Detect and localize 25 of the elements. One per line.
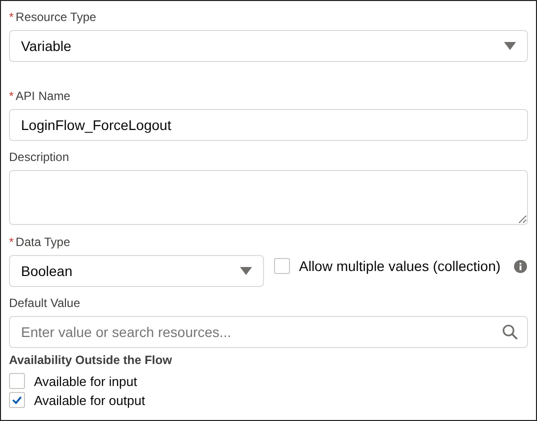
field-label: Default Value — [9, 296, 80, 310]
info-icon — [514, 260, 527, 272]
section-heading: Availability Outside the Flow — [9, 353, 173, 367]
search-icon — [502, 324, 518, 340]
checkbox[interactable] — [9, 373, 25, 389]
checkbox-label: Available for input — [34, 374, 138, 388]
required-mark: * — [9, 10, 14, 24]
api-name-input[interactable]: LoginFlow_ForceLogout — [9, 109, 528, 141]
field-label: Resource Type — [16, 10, 96, 24]
checkbox-label: Allow multiple values (collection) — [299, 258, 501, 274]
description-textarea[interactable] — [9, 170, 528, 225]
caret-icon — [240, 267, 252, 275]
data-type-select[interactable]: Boolean — [9, 255, 264, 287]
required-mark: * — [9, 235, 14, 249]
search-field[interactable]: Enter value or search resources... — [9, 316, 528, 348]
field-label: Description — [9, 150, 70, 164]
required-mark: * — [9, 89, 14, 103]
field-label: Data Type — [16, 235, 70, 249]
field-label: API Name — [16, 89, 70, 103]
checkmark-icon — [12, 396, 22, 404]
checkbox[interactable] — [274, 258, 290, 274]
checkbox[interactable] — [9, 392, 25, 408]
checkbox-label: Available for output — [34, 392, 146, 408]
caret-icon — [504, 42, 516, 50]
resource-type-select[interactable]: Variable — [9, 30, 528, 62]
